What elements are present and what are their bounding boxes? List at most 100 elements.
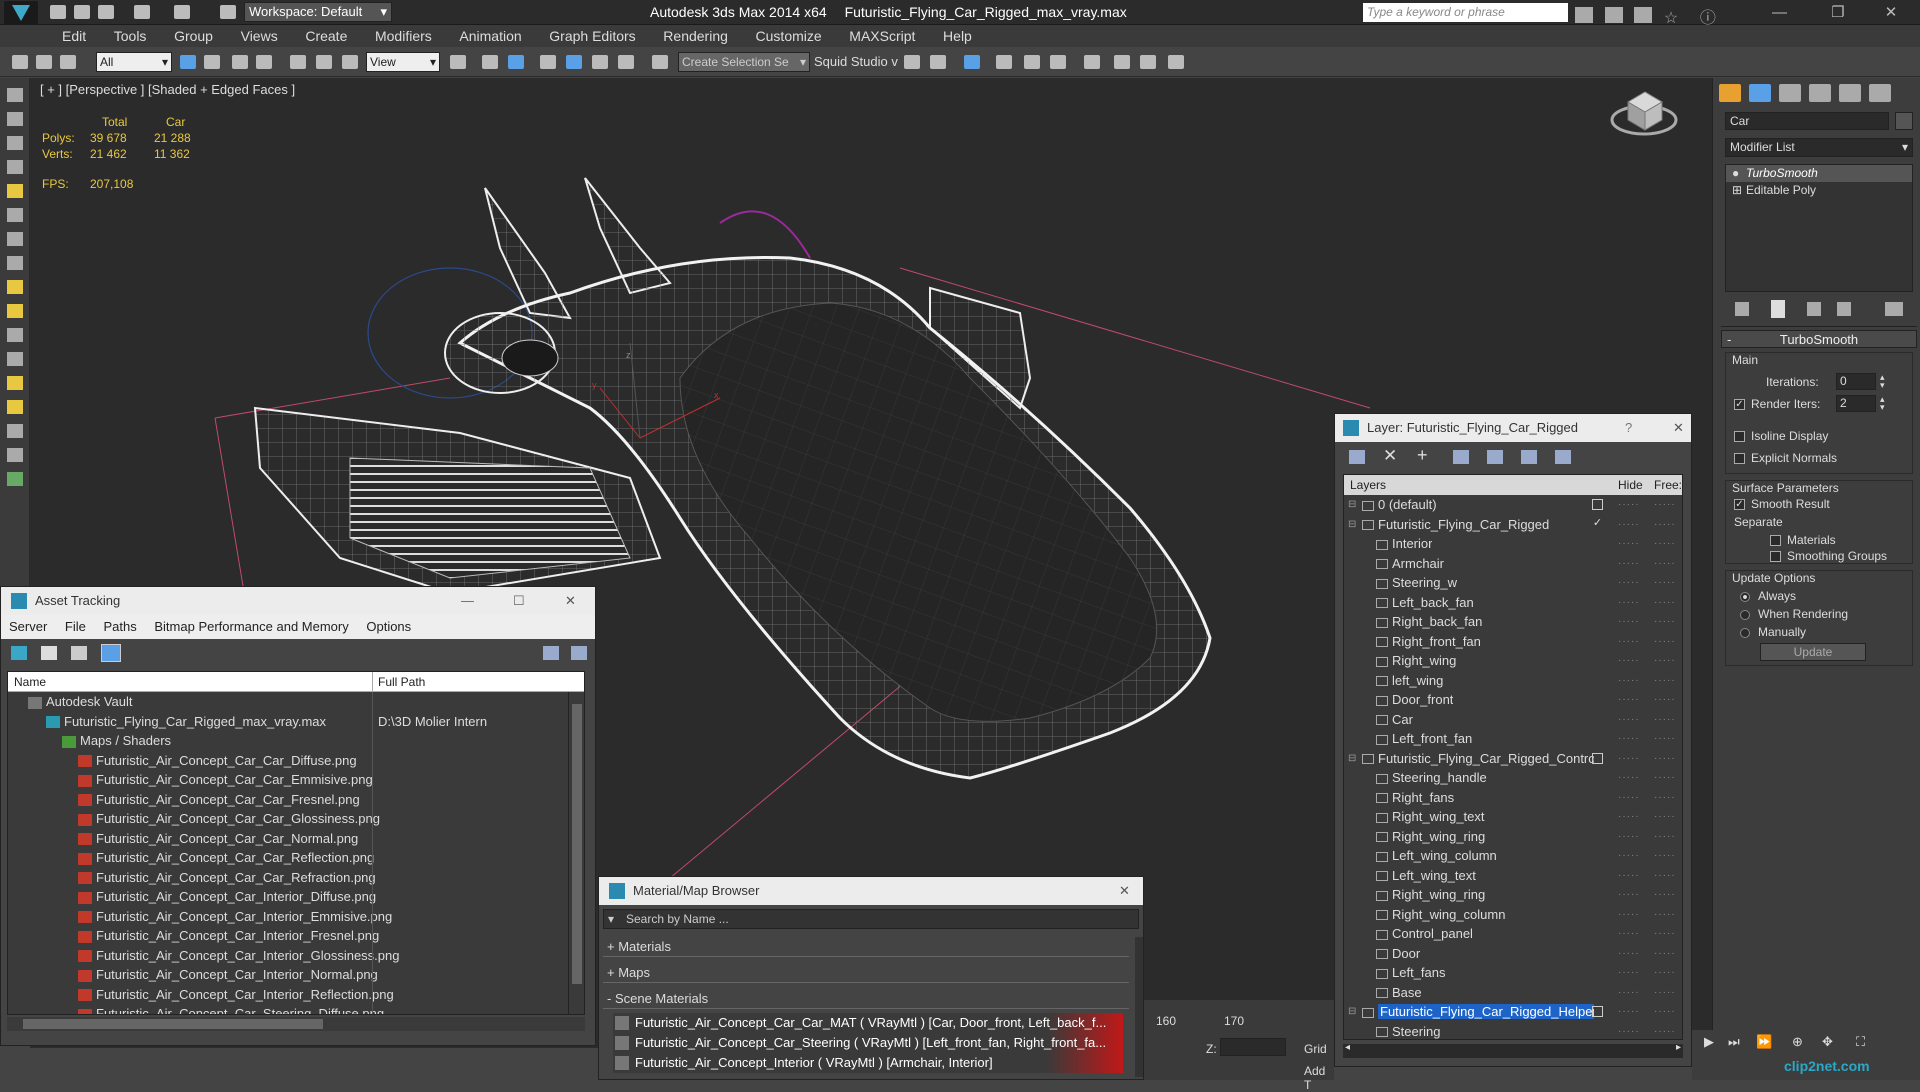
asset-tracking-titlebar[interactable]: Asset Tracking — ☐ ✕ [1, 587, 595, 615]
table-row[interactable]: Futuristic_Air_Concept_Car_Interior_Diff… [8, 887, 568, 907]
freeze-toggle[interactable]: ····· [1654, 651, 1676, 671]
tool-icon[interactable] [7, 136, 23, 150]
selection-filter-dropdown[interactable]: All ▾ [96, 52, 172, 72]
layer-row[interactable]: Steering_handle ····· ····· [1344, 768, 1682, 788]
menu-animation[interactable]: Animation [447, 25, 533, 47]
layer-row[interactable]: Left_back_fan ····· ····· [1344, 593, 1682, 613]
tool-icon[interactable] [7, 424, 23, 438]
rendered-frame-icon[interactable] [1140, 55, 1156, 69]
layer-row[interactable]: Control_panel ····· ····· [1344, 924, 1682, 944]
close-icon[interactable]: ✕ [1673, 414, 1684, 442]
col-name[interactable]: Name [14, 672, 46, 692]
next-frame-icon[interactable]: ⏭ [1728, 1034, 1740, 1050]
hide-toggle[interactable]: ····· [1618, 749, 1640, 769]
minimize-icon[interactable]: — [1772, 4, 1787, 21]
object-color-swatch[interactable] [1895, 112, 1913, 130]
menu-group[interactable]: Group [162, 25, 225, 47]
expand-icon[interactable]: ⊞ [1732, 182, 1742, 199]
menu-help[interactable]: Help [931, 25, 984, 47]
create-tab-icon[interactable] [1719, 84, 1741, 102]
update-button[interactable]: Update [1760, 643, 1866, 661]
tool-icon[interactable] [7, 472, 23, 486]
menu-edit[interactable]: Edit [50, 25, 98, 47]
table-row[interactable]: Maps / Shaders [8, 731, 568, 751]
always-radio[interactable] [1740, 591, 1750, 602]
smooth-result-row[interactable]: ✓ Smooth Result [1734, 497, 1830, 511]
rollout-header[interactable]: - TurboSmooth [1721, 330, 1917, 348]
modifier-stack-item[interactable]: ⊞ Editable Poly [1726, 182, 1912, 199]
layer-row[interactable]: Right_wing_ring ····· ····· [1344, 827, 1682, 847]
freeze-toggle[interactable]: ····· [1654, 924, 1676, 944]
group-maps[interactable]: + Maps [603, 963, 1129, 983]
table-row[interactable]: Futuristic_Air_Concept_Car_Interior_Refl… [8, 984, 568, 1004]
manually-row[interactable]: Manually [1740, 625, 1806, 639]
table-row[interactable]: Autodesk Vault [8, 692, 568, 712]
col-full-path[interactable]: Full Path [378, 672, 425, 692]
menu-rendering[interactable]: Rendering [651, 25, 740, 47]
graphite-ribbon-icon[interactable] [996, 55, 1012, 69]
freeze-toggle[interactable]: ····· [1654, 1002, 1676, 1022]
tool-icon[interactable] [7, 160, 23, 174]
when-rendering-row[interactable]: When Rendering [1740, 607, 1848, 621]
always-row[interactable]: Always [1740, 589, 1796, 603]
maximize-viewport-icon[interactable]: ⛶ [1856, 1034, 1865, 1050]
object-name-field[interactable]: Car [1725, 112, 1889, 130]
hide-toggle[interactable]: ····· [1618, 593, 1640, 613]
schematic-view-icon[interactable] [1050, 55, 1066, 69]
table-view-icon[interactable] [101, 644, 121, 662]
table-row[interactable]: Futuristic_Air_Concept_Car_Interior_Fres… [8, 926, 568, 946]
material-editor-icon[interactable] [1084, 55, 1100, 69]
redo-icon[interactable] [174, 5, 190, 19]
select-manipulate-icon[interactable] [482, 55, 498, 69]
help-search-input[interactable]: Type a keyword or phrase [1363, 3, 1568, 22]
table-row[interactable]: Futuristic_Air_Concept_Car_Car_Refractio… [8, 867, 568, 887]
asset-v-scrollbar[interactable] [568, 692, 584, 1014]
tool-icon[interactable] [7, 184, 23, 198]
freeze-toggle[interactable]: ····· [1654, 554, 1676, 574]
select-layer-icon[interactable] [1453, 450, 1469, 464]
utilities-tab-icon[interactable] [1869, 84, 1891, 102]
menu-graph-editors[interactable]: Graph Editors [537, 25, 647, 47]
layer-row[interactable]: Car ····· ····· [1344, 710, 1682, 730]
layer-row[interactable]: Right_wing_text ····· ····· [1344, 807, 1682, 827]
table-row[interactable]: Futuristic_Air_Concept_Car_Steering_Diff… [8, 1004, 568, 1014]
menu-modifiers[interactable]: Modifiers [363, 25, 444, 47]
hide-toggle[interactable]: ····· [1618, 885, 1640, 905]
spinner-arrows-icon[interactable]: ▴ ▾ [1880, 395, 1885, 412]
layer-row[interactable]: Left_fans ····· ····· [1344, 963, 1682, 983]
asset-menu-server[interactable]: Server [9, 619, 47, 634]
undo-icon[interactable] [134, 5, 150, 19]
modifier-list-dropdown[interactable]: Modifier List ▾ [1725, 138, 1913, 157]
col-freeze[interactable]: Free: [1654, 475, 1682, 495]
align-icon[interactable] [930, 55, 946, 69]
hide-toggle[interactable]: ····· [1618, 905, 1640, 925]
render-teapot-icon[interactable] [1168, 55, 1184, 69]
list-view-icon[interactable] [41, 646, 57, 660]
hide-toggle[interactable]: ····· [1618, 651, 1640, 671]
table-row[interactable]: Futuristic_Air_Concept_Car_Interior_Emmi… [8, 906, 568, 926]
hide-toggle[interactable]: ····· [1618, 710, 1640, 730]
render-iters-spinner[interactable]: 2 [1836, 395, 1876, 412]
table-row[interactable]: Futuristic_Air_Concept_Car_Car_Emmisive.… [8, 770, 568, 790]
tool-icon[interactable] [7, 232, 23, 246]
asset-menu-paths[interactable]: Paths [104, 619, 137, 634]
freeze-toggle[interactable]: ····· [1654, 729, 1676, 749]
help-icon[interactable]: ? [1625, 414, 1632, 442]
table-row[interactable]: Futuristic_Air_Concept_Car_Car_Reflectio… [8, 848, 568, 868]
hide-toggle[interactable]: ····· [1618, 983, 1640, 1003]
tool-icon[interactable] [7, 112, 23, 126]
group-scene-materials[interactable]: - Scene Materials [603, 989, 1129, 1009]
render-iters-row[interactable]: ✓ Render Iters: [1734, 397, 1820, 411]
hide-toggle[interactable]: ····· [1618, 632, 1640, 652]
workspace-dropdown[interactable]: Workspace: Default ▾ [244, 2, 392, 22]
layer-box-icon[interactable] [1592, 1006, 1603, 1017]
layer-row[interactable]: Right_fans ····· ····· [1344, 788, 1682, 808]
table-row[interactable]: Futuristic_Air_Concept_Car_Car_Glossines… [8, 809, 568, 829]
add-to-layer-icon[interactable]: + [1417, 445, 1428, 466]
unlink-icon[interactable] [36, 55, 52, 69]
asset-menu-options[interactable]: Options [366, 619, 411, 634]
expand-icon[interactable]: ⊟ [1348, 1002, 1356, 1022]
binoculars-icon[interactable] [1575, 7, 1593, 23]
modify-tab-icon[interactable] [1749, 84, 1771, 102]
isoline-checkbox[interactable] [1734, 431, 1745, 443]
